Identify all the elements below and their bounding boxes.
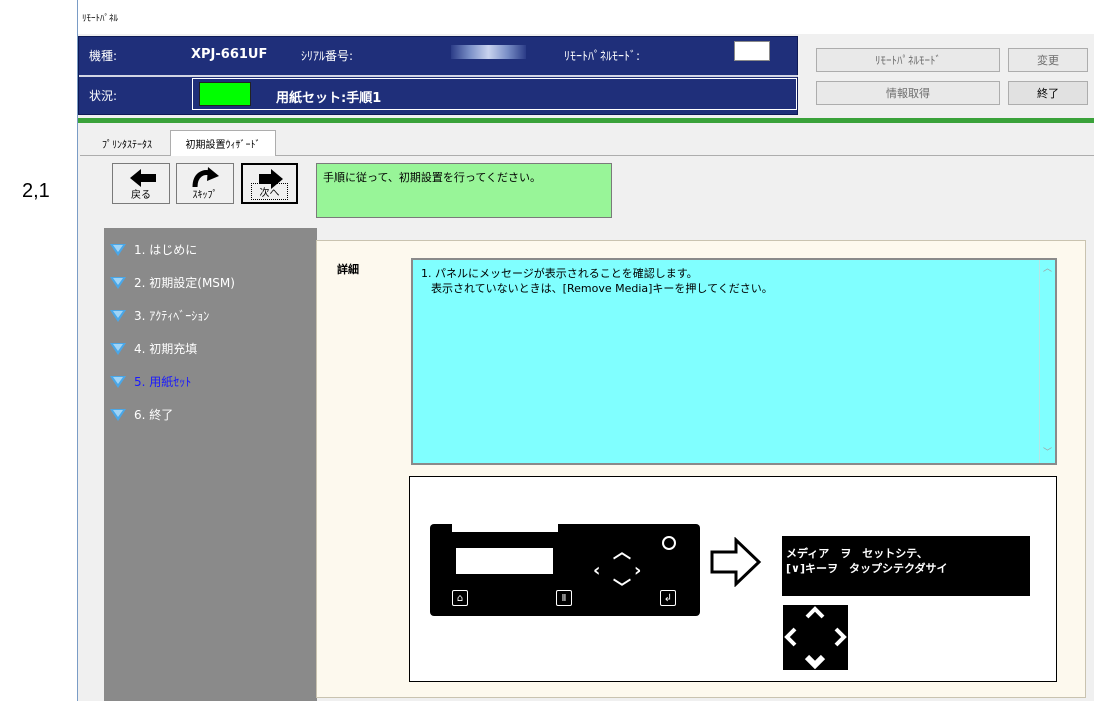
step-triangle-icon <box>110 276 126 289</box>
serial-label: ｼﾘｱﾙ番号: <box>301 49 354 63</box>
step-label: 3. ｱｸﾃｨﾍﾞｰｼｮﾝ <box>134 309 210 323</box>
pause-key-icon: Ⅱ <box>556 590 572 606</box>
instruction-box: 手順に従って、初期設置を行ってください。 <box>316 163 612 218</box>
enter-key-icon: ↲ <box>660 590 676 606</box>
power-icon <box>662 536 676 550</box>
tab-initial-setup-wizard[interactable]: 初期設置ｳｨｻﾞｰﾄﾞ <box>170 130 276 156</box>
panel-screen <box>456 548 553 574</box>
title-bar: ﾘﾓｰﾄﾊﾟﾈﾙ <box>78 0 1094 34</box>
status-text: 用紙セット:手順1 <box>276 91 382 106</box>
panel-top-bar <box>452 524 558 532</box>
serial-value-redacted <box>451 45 526 59</box>
detail-textarea[interactable]: 1. パネルにメッセージが表示されることを確認します。 表示されていないときは、… <box>411 258 1057 465</box>
step-6: 6. 終了 <box>110 406 173 423</box>
remote-mode-button[interactable]: ﾘﾓｰﾄﾊﾟﾈﾙﾓｰﾄﾞ <box>816 48 1000 72</box>
step-label: 4. 初期充填 <box>134 342 198 356</box>
down-chevron-icon: ﹀ <box>613 578 631 599</box>
right-chevron-icon: › <box>634 560 642 581</box>
up-chevron-icon: ︿ <box>613 542 631 563</box>
step-triangle-icon <box>110 309 126 322</box>
detail-panel: 詳細 1. パネルにメッセージが表示されることを確認します。 表示されていないと… <box>316 240 1086 698</box>
remote-mode-label: ﾘﾓｰﾄﾊﾟﾈﾙﾓｰﾄﾞ: <box>564 49 641 63</box>
step-triangle-icon <box>110 243 126 256</box>
next-button[interactable]: 次へ <box>241 163 298 204</box>
step-triangle-icon <box>110 408 126 421</box>
callout-label: 2,1 <box>22 180 50 202</box>
status-label: 状況: <box>89 89 118 103</box>
step-2: 2. 初期設定(MSM) <box>110 274 235 291</box>
change-button[interactable]: 変更 <box>1008 48 1088 72</box>
skip-label: ｽｷｯﾌﾟ <box>192 190 218 201</box>
back-label: 戻る <box>131 190 151 201</box>
arrow-left-icon <box>130 169 156 187</box>
window-title: ﾘﾓｰﾄﾊﾟﾈﾙ <box>82 14 119 24</box>
step-label: 5. 用紙ｾｯﾄ <box>134 375 192 389</box>
step-4: 4. 初期充填 <box>110 340 197 357</box>
model-value: XPJ-661UF <box>191 47 268 62</box>
exit-button[interactable]: 終了 <box>1008 81 1088 105</box>
dpad-icon <box>784 606 847 670</box>
panel-message-line-2: [∨]キーヲ タップシテクダサイ <box>786 562 948 575</box>
step-label: 2. 初期設定(MSM) <box>134 276 235 290</box>
detail-label: 詳細 <box>337 263 359 276</box>
step-triangle-icon <box>110 375 126 388</box>
panel-message-line-1: メディア ヲ セットシテ、 <box>786 547 928 560</box>
next-label: 次へ <box>251 183 288 200</box>
header-separator <box>79 75 799 77</box>
back-button[interactable]: 戻る <box>112 163 170 204</box>
transition-arrow-icon <box>710 537 762 587</box>
step-label: 1. はじめに <box>134 243 198 257</box>
scroll-down-icon[interactable]: ﹀ <box>1043 446 1052 461</box>
scroll-up-icon[interactable]: ︿ <box>1043 262 1052 277</box>
skip-button[interactable]: ｽｷｯﾌﾟ <box>176 163 234 204</box>
step-1: 1. はじめに <box>110 241 197 258</box>
header-panel: 機種: XPJ-661UF ｼﾘｱﾙ番号: ﾘﾓｰﾄﾊﾟﾈﾙﾓｰﾄﾞ: 状況: … <box>78 36 799 115</box>
step-triangle-icon <box>110 342 126 355</box>
step-label: 6. 終了 <box>134 408 174 422</box>
detail-line-1: 1. パネルにメッセージが表示されることを確認します。 <box>421 267 698 280</box>
tab-printer-status[interactable]: ﾌﾟﾘﾝﾀｽﾃｰﾀｽ <box>88 132 166 154</box>
left-chevron-icon: ‹ <box>593 560 601 581</box>
remote-panel-window: ﾘﾓｰﾄﾊﾟﾈﾙ 機種: XPJ-661UF ｼﾘｱﾙ番号: ﾘﾓｰﾄﾊﾟﾈﾙﾓ… <box>77 0 1094 701</box>
detail-scrollbar[interactable]: ︿ ﹀ <box>1039 260 1055 463</box>
panel-message-display: メディア ヲ セットシテ、 [∨]キーヲ タップシテクダサイ <box>782 536 1030 596</box>
home-key-icon: ⌂ <box>452 590 468 606</box>
model-label: 機種: <box>89 49 118 63</box>
panel-illustration: ⌂ Ⅱ ↲ ︿ ‹ › ﹀ メディア ヲ セットシテ、 [∨]キーヲ タップシテ… <box>409 476 1057 682</box>
accent-strip <box>78 118 1094 123</box>
remote-mode-indicator <box>734 41 770 61</box>
get-info-button[interactable]: 情報取得 <box>816 81 1000 105</box>
detail-line-2: 表示されていないときは、[Remove Media]キーを押してください。 <box>431 282 773 295</box>
operation-panel-drawing: ⌂ Ⅱ ↲ ︿ ‹ › ﹀ <box>430 524 700 616</box>
status-indicator <box>199 82 251 106</box>
dpad-illustration <box>783 605 848 670</box>
wizard-steps-panel: 1. はじめに 2. 初期設定(MSM) 3. ｱｸﾃｨﾍﾞｰｼｮﾝ 4. 初期… <box>104 228 317 701</box>
step-5-current: 5. 用紙ｾｯﾄ <box>110 373 191 390</box>
step-3: 3. ｱｸﾃｨﾍﾞｰｼｮﾝ <box>110 307 209 324</box>
